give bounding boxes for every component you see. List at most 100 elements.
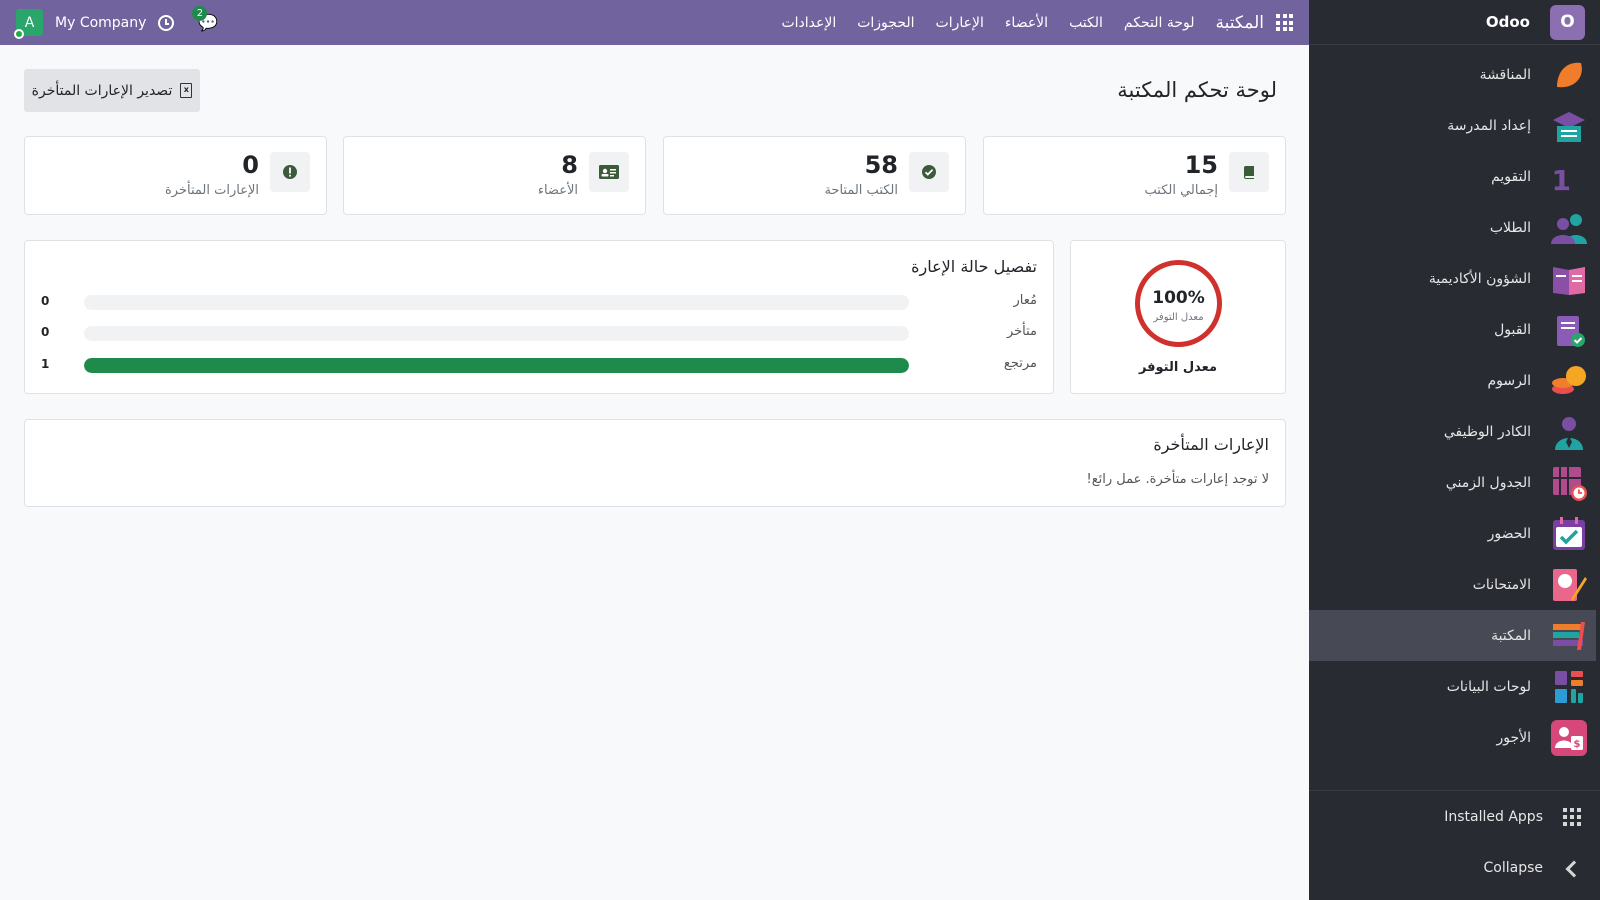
availability-ring: 100% معدل التوفر bbox=[1135, 260, 1222, 347]
sidebar-item-label: المناقشة bbox=[1479, 66, 1531, 83]
sidebar-app-list: المناقشة إعداد المدرسة 31 التقويم الطلاب… bbox=[1309, 45, 1600, 763]
sidebar-item-label: لوحات البيانات bbox=[1446, 678, 1531, 695]
stat-card-members: 8 الأعضاء bbox=[343, 136, 646, 215]
sidebar-footer: Installed Apps Collapse bbox=[1309, 790, 1600, 893]
admission-icon bbox=[1551, 312, 1587, 348]
stat-value: 15 bbox=[1184, 151, 1218, 179]
nav-loans[interactable]: الإعارات bbox=[936, 15, 984, 31]
row-count: 1 bbox=[41, 357, 50, 371]
students-icon bbox=[1551, 210, 1587, 246]
excel-file-icon: x bbox=[180, 83, 193, 98]
user-avatar[interactable]: A bbox=[14, 9, 43, 39]
library-icon bbox=[1551, 618, 1587, 654]
stat-value: 0 bbox=[242, 151, 259, 179]
sidebar-item-calendar[interactable]: 31 التقويم bbox=[1309, 151, 1600, 202]
loan-status-row: مرتجع 1 bbox=[25, 356, 1053, 374]
loan-status-card: تفصيل حالة الإعارة مُعار 0 متأخر 0 مرتجع… bbox=[24, 240, 1054, 394]
sidebar-header[interactable]: O Odoo bbox=[1309, 0, 1600, 45]
sidebar-item-discussion[interactable]: المناقشة bbox=[1309, 49, 1600, 100]
export-button-label: تصدير الإعارات المتأخرة bbox=[31, 82, 173, 99]
loan-status-row: مُعار 0 bbox=[25, 293, 1053, 311]
exams-icon bbox=[1551, 567, 1587, 603]
sidebar-item-attendance[interactable]: الحضور bbox=[1309, 508, 1600, 559]
collapse-sidebar-button[interactable]: Collapse bbox=[1309, 842, 1600, 893]
stat-value: 8 bbox=[561, 151, 578, 179]
fees-icon bbox=[1551, 363, 1587, 399]
online-status-dot bbox=[14, 29, 24, 39]
row-count: 0 bbox=[41, 294, 50, 308]
discussion-icon bbox=[1551, 57, 1587, 93]
availability-sublabel: معدل التوفر bbox=[1153, 312, 1204, 323]
nav-books[interactable]: الكتب bbox=[1069, 15, 1103, 31]
dashboards-icon bbox=[1551, 669, 1587, 705]
sidebar-item-library[interactable]: المكتبة bbox=[1309, 610, 1596, 661]
progress-track bbox=[84, 326, 909, 341]
stat-label: الأعضاء bbox=[537, 183, 578, 198]
sidebar-item-admission[interactable]: القبول bbox=[1309, 304, 1600, 355]
app-menu-grid-icon[interactable] bbox=[1276, 14, 1293, 31]
availability-value: 100% bbox=[1152, 288, 1205, 308]
top-navbar: A My Company 💬 2 المكتبة لوحة التحكم الك… bbox=[0, 0, 1309, 45]
book-icon bbox=[1229, 152, 1269, 192]
sidebar-item-payroll[interactable]: $ الأجور bbox=[1309, 712, 1600, 763]
sidebar-item-label: الحضور bbox=[1487, 525, 1531, 542]
progress-track bbox=[84, 295, 909, 310]
sidebar-item-label: التقويم bbox=[1491, 168, 1531, 185]
messaging-button[interactable]: 💬 2 bbox=[192, 5, 222, 33]
activity-clock-icon[interactable] bbox=[158, 14, 175, 31]
sidebar-item-academics[interactable]: الشؤون الأكاديمية bbox=[1309, 253, 1600, 304]
nav-dashboard[interactable]: لوحة التحكم bbox=[1124, 15, 1195, 31]
sidebar-item-label: الامتحانات bbox=[1472, 576, 1531, 593]
installed-apps-link[interactable]: Installed Apps bbox=[1309, 791, 1600, 842]
sidebar-item-exams[interactable]: الامتحانات bbox=[1309, 559, 1600, 610]
sidebar-item-label: الأجور bbox=[1496, 729, 1531, 746]
id-card-icon bbox=[589, 152, 629, 192]
overdue-loans-card: الإعارات المتأخرة لا توجد إعارات متأخرة.… bbox=[24, 419, 1286, 507]
sidebar-item-staff[interactable]: الكادر الوظيفي bbox=[1309, 406, 1600, 457]
stat-card-total-books: 15 إجمالي الكتب bbox=[983, 136, 1286, 215]
sidebar-item-label: الرسوم bbox=[1487, 372, 1531, 389]
progress-track bbox=[84, 358, 909, 373]
sidebar-item-fees[interactable]: الرسوم bbox=[1309, 355, 1600, 406]
sidebar-item-students[interactable]: الطلاب bbox=[1309, 202, 1600, 253]
page-title: لوحة تحكم المكتبة bbox=[1117, 78, 1277, 102]
sidebar-item-label: القبول bbox=[1494, 321, 1531, 338]
svg-text:$: $ bbox=[1574, 739, 1581, 750]
nav-settings[interactable]: الإعدادات bbox=[781, 15, 836, 31]
company-switcher[interactable]: My Company bbox=[55, 15, 146, 31]
export-overdue-button[interactable]: x تصدير الإعارات المتأخرة bbox=[24, 69, 200, 112]
nav-reservations[interactable]: الحجوزات bbox=[857, 15, 914, 31]
stat-label: الكتب المتاحة bbox=[824, 183, 898, 198]
stat-label: الإعارات المتأخرة bbox=[165, 183, 259, 198]
academics-icon bbox=[1551, 261, 1587, 297]
odoo-logo-icon: O bbox=[1550, 4, 1585, 40]
systray: A My Company 💬 2 bbox=[14, 5, 222, 39]
stat-label: إجمالي الكتب bbox=[1144, 183, 1219, 198]
staff-icon bbox=[1551, 414, 1587, 450]
row-label: متأخر bbox=[1006, 324, 1037, 339]
calendar-icon: 31 bbox=[1534, 159, 1587, 197]
svg-text:1: 1 bbox=[1552, 164, 1571, 195]
sidebar-item-school-setup[interactable]: إعداد المدرسة bbox=[1309, 100, 1600, 151]
main-menu: المكتبة لوحة التحكم الكتب الأعضاء الإعار… bbox=[781, 0, 1293, 45]
overdue-empty-message: لا توجد إعارات متأخرة. عمل رائع! bbox=[1086, 472, 1269, 487]
row-label: مرتجع bbox=[1003, 356, 1037, 371]
alert-icon bbox=[270, 152, 310, 192]
overdue-title: الإعارات المتأخرة bbox=[1153, 435, 1269, 454]
sidebar-item-timetable[interactable]: الجدول الزمني bbox=[1309, 457, 1600, 508]
loan-status-title: تفصيل حالة الإعارة bbox=[911, 257, 1037, 276]
sidebar-item-label: المكتبة bbox=[1491, 627, 1531, 644]
sidebar-item-label: الشؤون الأكاديمية bbox=[1428, 270, 1531, 287]
stat-card-available-books: 58 الكتب المتاحة bbox=[663, 136, 966, 215]
avatar-letter: A bbox=[24, 14, 35, 31]
installed-apps-label: Installed Apps bbox=[1444, 808, 1543, 825]
stat-value: 58 bbox=[864, 151, 898, 179]
timetable-icon bbox=[1551, 465, 1587, 501]
app-brand[interactable]: المكتبة bbox=[1216, 13, 1265, 33]
odoo-name: Odoo bbox=[1485, 13, 1530, 31]
availability-title: معدل التوفر bbox=[1138, 360, 1218, 375]
sidebar-item-dashboards[interactable]: لوحات البيانات bbox=[1309, 661, 1600, 712]
sidebar-item-label: الطلاب bbox=[1489, 219, 1531, 236]
stat-card-overdue: 0 الإعارات المتأخرة bbox=[24, 136, 327, 215]
nav-members[interactable]: الأعضاء bbox=[1005, 15, 1048, 31]
